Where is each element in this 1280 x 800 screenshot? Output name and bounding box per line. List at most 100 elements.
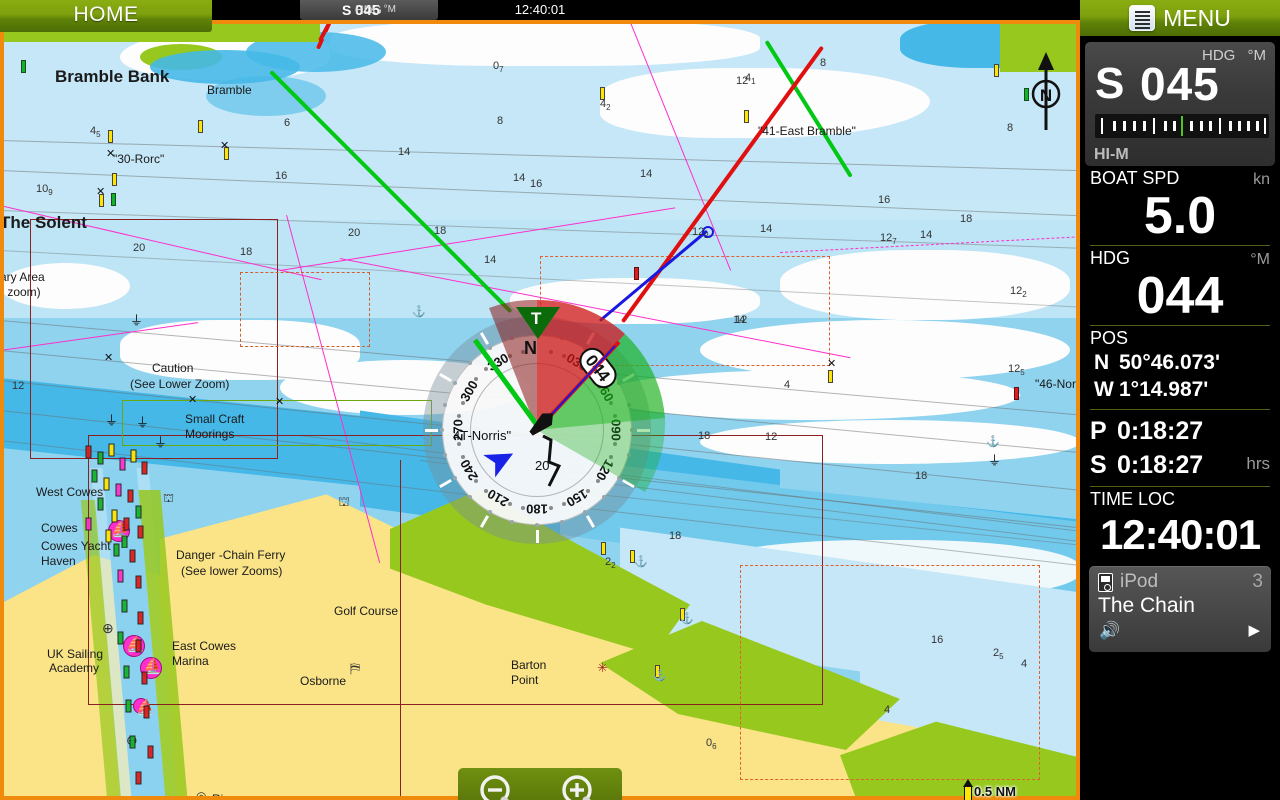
latitude-row: N 50°46.073'	[1090, 349, 1270, 376]
heading-cell-unit: °M	[1250, 251, 1270, 268]
speaker-icon[interactable]: 🔊	[1099, 622, 1120, 639]
heading-cell[interactable]: HDG °M 044	[1080, 246, 1280, 323]
chart-place-label: Golf Course	[334, 604, 399, 618]
depth-sounding: 4	[884, 704, 891, 716]
depth-sounding: 14	[484, 254, 497, 266]
depth-sounding: 25	[993, 647, 1004, 662]
scale-value: 0.5 NM	[974, 784, 1016, 799]
chart-place-label: River	[212, 792, 241, 800]
depth-sounding: 18	[698, 430, 711, 442]
svg-text:N: N	[1040, 86, 1052, 105]
chart-place-label: Academy	[49, 661, 100, 675]
wreck-icon: ⚓	[986, 436, 1000, 448]
vessel-name-label: 4T-Norris"	[453, 428, 512, 443]
depth-sounding: 6	[284, 117, 291, 129]
chart-place-label: UK Sailing	[47, 647, 104, 661]
beacon-icon: ⏚	[988, 453, 1002, 468]
wreck-icon: ✕	[827, 358, 837, 370]
anchor-icon: ⚓	[653, 670, 667, 682]
chart-place-label: Point	[511, 673, 539, 687]
ipod-icon	[1098, 572, 1113, 592]
depth-sounding: 14	[760, 223, 773, 235]
stbd-engine-hours: 0:18:27	[1116, 451, 1204, 479]
restricted-area-box-3	[240, 272, 370, 347]
zoom-out-button[interactable]	[476, 772, 522, 800]
chartplotter-screen: 07 45 109 14 16 14 16 14 20 20 18 18 14 122 14 127 14 16 1…	[0, 0, 1280, 800]
buoy-green	[21, 60, 26, 73]
heading-cell-value: 044	[1136, 267, 1224, 325]
position-cell[interactable]: POS N 50°46.073' W 1°14.987'	[1080, 326, 1280, 403]
depth-sounding: 18	[915, 470, 928, 482]
depth-sounding: 07	[493, 60, 504, 75]
zoom-in-button[interactable]	[558, 772, 604, 800]
boat-speed-cell[interactable]: BOAT SPD kn 5.0	[1080, 166, 1280, 243]
depth-sounding: 14	[640, 168, 653, 180]
depth-sounding: 8	[1007, 122, 1014, 134]
heading-tape-center	[1181, 116, 1183, 136]
menu-button[interactable]: MENU	[1080, 0, 1280, 36]
latitude-value: 50°46.073'	[1119, 351, 1220, 374]
depth-sounding: 122	[692, 226, 709, 241]
heading-widget-side: S	[1095, 59, 1125, 108]
wreck-icon: ✕	[106, 148, 116, 160]
media-widget[interactable]: iPod 3 The Chain 🔊 ▶	[1089, 566, 1271, 652]
longitude-value: 1°14.987'	[1119, 378, 1209, 401]
engine-hours-unit: hrs	[1246, 454, 1270, 473]
local-time-cell[interactable]: TIME LOC 12:40:01	[1080, 487, 1280, 560]
wreck-icon: ✕	[96, 186, 106, 198]
buoy-red	[1014, 387, 1019, 400]
buoy-green	[111, 193, 116, 206]
depth-sounding: 42	[600, 98, 611, 113]
stbd-engine-hours-row: S 0:18:27	[1090, 448, 1270, 482]
shoal-n1	[330, 20, 760, 66]
depth-sounding: 16	[931, 634, 944, 646]
chart-place-label: Osborne	[300, 674, 347, 688]
compass-rose[interactable]: 030060090120150180210240270300330 N 044	[423, 300, 666, 544]
buoy-yellow	[994, 64, 999, 77]
heading-chip-side: S	[342, 2, 352, 18]
home-button[interactable]: HOME	[0, 0, 212, 32]
chart-place-label: "30-Rorc"	[113, 152, 165, 166]
latitude-hemisphere: N	[1094, 351, 1110, 374]
depth-sounding: 127	[880, 232, 897, 247]
local-time-value: 12:40:01	[1099, 511, 1261, 558]
heading-tape	[1095, 114, 1269, 138]
depth-sounding: 18	[669, 530, 682, 542]
chart-place-label: Barton	[511, 658, 547, 672]
engine-hours-cell[interactable]: P 0:18:27 S 0:18:27 hrs	[1080, 410, 1280, 482]
heading-widget-unit: °M	[1247, 47, 1267, 64]
heading-chip[interactable]: S HDG 045 °M	[300, 0, 438, 20]
zoom-controls[interactable]	[458, 768, 622, 800]
play-next-icon[interactable]: ▶	[1248, 621, 1260, 639]
chart-place-label: "46-Nor	[1035, 377, 1076, 391]
depth-sounding: 4	[1021, 658, 1028, 670]
port-engine-label: P	[1090, 417, 1107, 445]
heading-widget[interactable]: HDG °M S 045 HI-M	[1085, 42, 1275, 166]
buoy-yellow	[744, 110, 749, 123]
chart-boundary-line	[400, 460, 402, 800]
depth-sounding: 45	[90, 125, 101, 140]
chart-canvas[interactable]: 07 45 109 14 16 14 16 14 20 20 18 18 14 122 14 127 14 16 1…	[0, 20, 1080, 800]
depth-sounding: 14	[920, 229, 933, 241]
heading-source-label: HI-M	[1094, 146, 1129, 163]
restricted-area-box-2	[740, 565, 1040, 780]
boat-speed-value: 5.0	[1143, 187, 1217, 245]
depth-sounding: 4	[784, 379, 791, 391]
chart-place-label: Small Craft	[185, 412, 245, 426]
depth-sounding: 125	[1008, 363, 1025, 378]
depth-sounding: 109	[36, 183, 53, 198]
local-time-label: TIME LOC	[1090, 489, 1176, 509]
depth-sounding: 18	[960, 213, 973, 225]
target-marker-triangle[interactable]	[516, 307, 560, 339]
vessel-icon[interactable]	[527, 416, 559, 434]
depth-sounding: 14	[398, 146, 411, 158]
port-engine-hours-row: P 0:18:27	[1090, 414, 1270, 448]
vessel-depth-label: 20	[535, 458, 550, 473]
scale-bar-icon	[963, 779, 973, 800]
north-arrow-icon: N	[1026, 52, 1066, 130]
buoy-red	[634, 267, 639, 280]
menu-label: MENU	[1163, 4, 1231, 31]
depth-sounding: 12	[735, 314, 748, 326]
depth-sounding: 12	[765, 431, 778, 443]
marker-icon: ⛫	[338, 494, 350, 509]
